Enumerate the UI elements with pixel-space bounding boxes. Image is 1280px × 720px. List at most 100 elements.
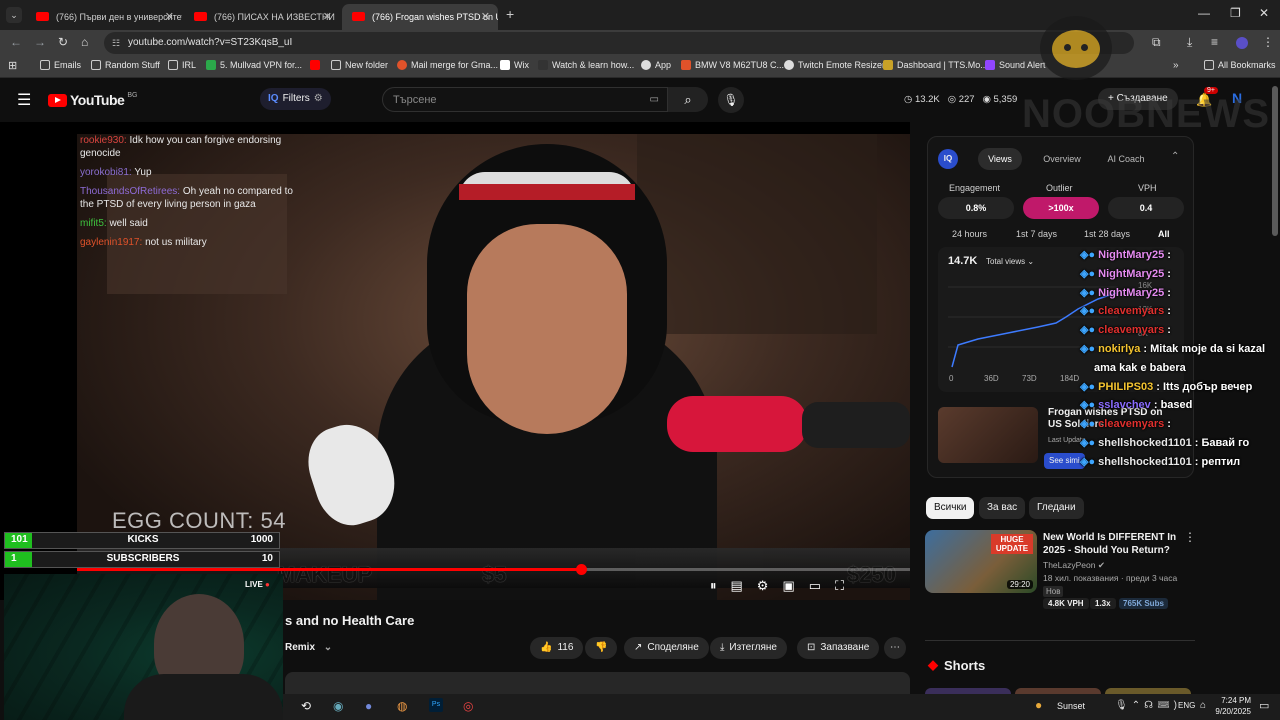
new-tab-icon[interactable]: +: [506, 6, 514, 22]
like-button[interactable]: 👍 116: [530, 637, 584, 659]
download-button[interactable]: ⤓ Изтегляне: [710, 637, 787, 659]
bookmark-irl[interactable]: IRL: [168, 60, 196, 70]
keyboard-icon[interactable]: ▭: [650, 88, 659, 112]
bookmark-twitch-emote[interactable]: Twitch Emote Resizer: [784, 60, 885, 70]
site-info-icon[interactable]: ☷: [112, 32, 120, 54]
more-actions-button[interactable]: ⋯: [884, 637, 906, 659]
bookmark-sound-alert[interactable]: Sound Alert: [985, 60, 1046, 70]
more-bookmarks-icon[interactable]: »: [1173, 60, 1179, 71]
close-tab-icon[interactable]: ✕: [481, 10, 490, 23]
video-progress-track[interactable]: [77, 564, 910, 575]
description-box[interactable]: [285, 672, 910, 694]
chip-watched[interactable]: Гледани: [1029, 497, 1084, 519]
streamer-webcam: LIVE ●: [4, 574, 283, 720]
browser-tab-2[interactable]: (766) ПИСАХ НА ИЗВЕСТНИ ✕: [184, 4, 340, 30]
browser-menu-icon[interactable]: ⋮: [1262, 35, 1274, 49]
voice-search-button[interactable]: 🎙: [718, 87, 744, 113]
bookmark-bmw[interactable]: BMW V8 M62TU8 C...: [681, 60, 784, 70]
tab-search-icon[interactable]: ⌄: [6, 7, 22, 23]
system-tray-icons[interactable]: 🎙⌃☊⌨): [1115, 700, 1181, 711]
video-progress-scrubber[interactable]: [575, 564, 587, 575]
back-icon[interactable]: ←: [10, 35, 22, 49]
see-similar-button[interactable]: See simi: [1044, 453, 1085, 469]
bookmark-new-folder[interactable]: New folder: [331, 60, 388, 70]
recommended-channel[interactable]: TheLazyPeon ✔: [1043, 560, 1105, 571]
tab-title: (766) Първи ден в университет: [56, 12, 182, 22]
all-bookmarks[interactable]: All Bookmarks: [1204, 60, 1276, 70]
discord-icon[interactable]: ●: [365, 699, 372, 713]
photoshop-icon[interactable]: Ps: [429, 698, 443, 712]
home-icon[interactable]: ⌂: [81, 35, 88, 49]
live-chat-message: ama kak e babera: [1080, 359, 1280, 378]
range-24h[interactable]: 24 hours: [952, 229, 987, 239]
range-7d[interactable]: 1st 7 days: [1016, 229, 1057, 239]
hamburger-menu-icon[interactable]: ☰: [17, 90, 31, 110]
chip-for-you[interactable]: За вас: [979, 497, 1026, 519]
steam-icon[interactable]: ◉: [333, 699, 343, 713]
notifications-icon[interactable]: ▭: [1259, 699, 1269, 712]
download-icon[interactable]: ⤓: [1187, 35, 1192, 50]
settings-gear-icon[interactable]: ⚙: [757, 578, 769, 594]
search-button[interactable]: ⌕: [668, 87, 708, 112]
minimize-icon[interactable]: —: [1198, 6, 1210, 20]
close-window-icon[interactable]: ✕: [1259, 6, 1269, 20]
recommended-title[interactable]: New World Is DIFFERENT In 2025 - Should …: [1043, 531, 1178, 557]
bookmark-random-stuff[interactable]: Random Stuff: [91, 60, 160, 70]
reload-icon[interactable]: ↻: [58, 35, 68, 49]
tab-views[interactable]: Views: [978, 148, 1022, 170]
bookmark-mullvad[interactable]: 5. Mullvad VPN for...: [206, 60, 302, 70]
bookmark-app[interactable]: App: [641, 60, 671, 70]
autoplay-toggle[interactable]: ⏸: [710, 578, 717, 594]
bookmark-wix[interactable]: Wix: [500, 60, 529, 70]
chat-username: NightMary25: [1098, 267, 1165, 280]
media-icon[interactable]: ≡: [1211, 35, 1218, 49]
browser-tab-1[interactable]: (766) Първи ден в университет ✕: [26, 4, 182, 30]
chat-text: :: [1167, 418, 1171, 431]
taskbar-app-icon[interactable]: ⟲: [301, 699, 311, 713]
weather-icon[interactable]: ●: [1035, 698, 1042, 712]
theater-mode-icon[interactable]: ▭: [809, 578, 821, 594]
save-button[interactable]: ⊡ Запазване: [797, 637, 880, 659]
filters-button[interactable]: IQ Filters ⚙: [260, 88, 331, 110]
address-bar[interactable]: ☷ youtube.com/watch?v=ST23KqsB_uI: [104, 32, 1134, 54]
apps-grid-icon[interactable]: ⊞: [8, 59, 17, 72]
close-tab-icon[interactable]: ✕: [165, 10, 174, 23]
search-input[interactable]: Търсене ▭: [382, 87, 668, 112]
bookmark-emails[interactable]: Emails: [40, 60, 81, 70]
language-indicator[interactable]: ENG: [1178, 701, 1195, 710]
youtube-logo[interactable]: YouTube BG: [48, 92, 137, 108]
channel-name[interactable]: Remix ⌄: [285, 642, 332, 653]
browser-tab-3-active[interactable]: (766) Frogan wishes PTSD on U ✕: [342, 4, 498, 30]
tab-overview[interactable]: Overview: [1038, 148, 1086, 170]
bookmark-watch-learn[interactable]: Watch & learn how...: [538, 60, 634, 70]
dislike-button[interactable]: 👎: [585, 637, 618, 659]
bookmark-dashboard[interactable]: Dashboard | TTS.Mo...: [883, 60, 988, 70]
close-tab-icon[interactable]: ✕: [323, 10, 332, 23]
range-all[interactable]: All: [1158, 229, 1170, 239]
bookmark-youtube-icon[interactable]: [310, 60, 320, 70]
forward-icon[interactable]: →: [34, 35, 46, 49]
related-video-thumbnail[interactable]: [938, 407, 1038, 463]
bookmark-mail-merge[interactable]: Mail merge for Gma...: [397, 60, 498, 70]
range-28d[interactable]: 1st 28 days: [1084, 229, 1130, 239]
microphone-icon: 🎙: [723, 93, 739, 107]
duration-badge: 29:20: [1006, 580, 1033, 589]
recommended-thumbnail[interactable]: HUGE UPDATE 29:20: [925, 530, 1037, 593]
clock[interactable]: 7:24 PM 9/20/2025: [1201, 695, 1251, 717]
collapse-icon[interactable]: ⌃: [1171, 151, 1179, 162]
miniplayer-icon[interactable]: ▣: [782, 578, 794, 594]
more-vertical-icon[interactable]: ⋮: [1184, 530, 1196, 544]
tab-ai-coach[interactable]: AI Coach: [1102, 148, 1150, 170]
chrome-icon[interactable]: ◍: [397, 699, 407, 713]
restore-icon[interactable]: ❐: [1230, 6, 1241, 20]
chip-all[interactable]: Всички: [926, 497, 975, 519]
page-scrollbar[interactable]: [1272, 86, 1278, 236]
extensions-icon[interactable]: ⧉: [1152, 35, 1161, 50]
fullscreen-icon[interactable]: ⛶: [835, 578, 844, 594]
search-icon: ⌕: [684, 91, 692, 107]
taskbar-app2-icon[interactable]: ◎: [463, 699, 473, 713]
share-button[interactable]: ↗ Споделяне: [624, 637, 709, 659]
profile-avatar[interactable]: [1236, 37, 1248, 49]
weather-label[interactable]: Sunset: [1057, 701, 1085, 711]
subtitles-icon[interactable]: ▤: [731, 578, 743, 594]
